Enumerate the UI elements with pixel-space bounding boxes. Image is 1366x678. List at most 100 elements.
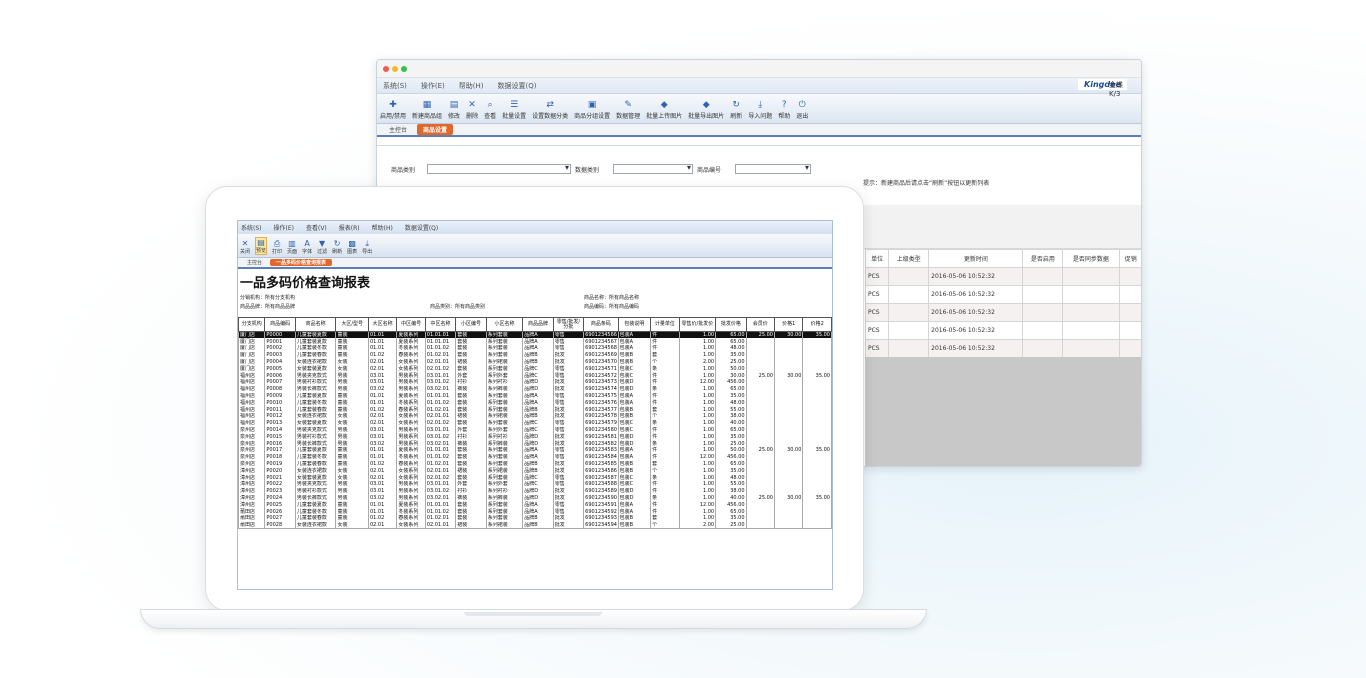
menu-item-1[interactable]: 操作(E) bbox=[274, 223, 294, 232]
grid-row[interactable]: PCS 2016-05-06 10:52:32 bbox=[864, 267, 1141, 286]
report-column-header[interactable]: 商品条码 bbox=[583, 317, 619, 332]
report-row[interactable]: 泉州店 P0015 男装衬衫款式 男装 03.01 男装系列 03.01.02 衬衫 系列衬衫品… bbox=[238, 433, 832, 441]
toolbar-button-7[interactable]: ▣ 商品分组设置 bbox=[574, 100, 610, 120]
report-column-header[interactable]: 小区编号 bbox=[455, 317, 487, 332]
report-row[interactable]: 漳州店 P0022 男装夹克款式 男装 03.01 男装系列 03.01.01 外套 系列外套品… bbox=[238, 481, 832, 488]
toolbar-button-10[interactable]: ◆ 批量导出图片 bbox=[688, 100, 724, 120]
report-toolbar-button-6[interactable]: ↻ 刷新 bbox=[332, 239, 342, 255]
report-row[interactable]: 福州店 P0009 儿童套装夏款 童装 01.01 夏装系列 01.01.01 套装 系列套装品… bbox=[238, 392, 832, 400]
report-row[interactable]: 福州店 P0013 女装套装夏款 女装 02.01 女装系列 02.01.02 套装 系列套装品… bbox=[238, 419, 832, 427]
report-row[interactable]: 莆田店 P0028 女装连衣裙款 女装 02.01 女装系列 02.01.01 裙装 系列裙装品… bbox=[238, 521, 832, 530]
toolbar-button-12[interactable]: ⤓ 导入问题 bbox=[748, 100, 772, 120]
menu-item-4[interactable]: 帮助(H) bbox=[372, 223, 393, 232]
report-row[interactable]: 福州店 P0010 儿童套装冬款 童装 01.01 冬装系列 01.01.02 套装 系列套装品… bbox=[238, 399, 832, 407]
report-column-header[interactable]: 中区编号 bbox=[396, 317, 426, 332]
report-row[interactable]: 漳州店 P0020 女装连衣裙款 女装 02.01 女装系列 02.01.01 裙装 系列裙装品… bbox=[238, 467, 832, 475]
filter-select-2[interactable] bbox=[613, 163, 693, 174]
report-column-header[interactable]: 计量单位 bbox=[650, 317, 680, 332]
grid-row[interactable]: PCS 2016-05-06 10:52:32 bbox=[864, 285, 1141, 304]
report-column-header[interactable]: 商品名称 bbox=[294, 317, 337, 332]
report-row[interactable]: 泉州店 P0014 男装夹克款式 男装 03.01 男装系列 03.01.01 外套 系列外套品… bbox=[238, 426, 832, 434]
menu-item-1[interactable]: 操作(E) bbox=[421, 81, 445, 91]
report-row[interactable]: 漳州店 P0023 男装衬衫款式 男装 03.01 男装系列 03.01.02 衬衫 系列衬衫品… bbox=[238, 487, 832, 495]
report-column-header[interactable]: 大区/型号 bbox=[335, 317, 369, 332]
report-row[interactable]: 莆田店 P0027 儿童套装春款 童装 01.02 春装系列 01.02.01 套装 系列套装品… bbox=[238, 515, 832, 522]
report-column-header[interactable]: 价格1 bbox=[773, 317, 804, 332]
report-row[interactable]: 漳州店 P0021 女装套装夏款 女装 02.01 女装系列 02.01.02 套装 系列套装品… bbox=[238, 474, 832, 482]
grid-header-cell[interactable]: 更新时间 bbox=[928, 249, 1024, 268]
grid-header-cell[interactable]: 单位 bbox=[864, 249, 890, 268]
report-row[interactable]: 福州店 P0011 儿童套装春款 童装 01.02 春装系列 01.02.01 套装 系列套装品… bbox=[238, 406, 832, 414]
toolbar-button-3[interactable]: ✕ 删除 bbox=[466, 100, 478, 120]
report-column-header[interactable]: 分支机构 bbox=[238, 317, 266, 332]
report-row[interactable]: 泉州店 P0017 儿童套装夏款 童装 01.01 夏装系列 01.01.01 套装 系列套装品… bbox=[238, 447, 832, 454]
menu-item-0[interactable]: 系统(S) bbox=[241, 223, 262, 232]
report-row[interactable]: 福州店 P0008 男装长裤款式 男装 03.02 男装系列 03.02.01 裤装 系列裤装品… bbox=[238, 385, 832, 393]
close-dot-icon[interactable] bbox=[383, 66, 389, 72]
report-column-header[interactable]: 零售价/批发价 bbox=[678, 317, 717, 332]
report-toolbar-button-3[interactable]: ▥ 页面 bbox=[287, 239, 297, 255]
minimize-dot-icon[interactable] bbox=[392, 66, 398, 72]
toolbar-button-2[interactable]: ▤ 修改 bbox=[448, 100, 460, 120]
report-toolbar-button-8[interactable]: ⤓ 导出 bbox=[362, 239, 372, 255]
report-row[interactable]: 莆田店 P0026 儿童套装冬款 童装 01.01 冬装系列 01.01.02 套装 系列套装品… bbox=[238, 508, 832, 516]
toolbar-button-11[interactable]: ↻ 刷新 bbox=[730, 100, 742, 120]
grid-header-cell[interactable]: 上级类型 bbox=[888, 249, 930, 268]
grid-header-cell[interactable]: 是否同步数据 bbox=[1062, 249, 1120, 268]
toolbar-button-5[interactable]: ☰ 批量设置 bbox=[502, 100, 526, 120]
report-column-header[interactable]: 批发价格 bbox=[715, 317, 747, 332]
report-row[interactable]: 漳州店 P0025 儿童套装夏款 童装 01.01 夏装系列 01.01.01 套装 系列套装品… bbox=[238, 501, 832, 509]
report-row[interactable]: 厦门店 P0002 儿童套装冬款 童装 01.01 冬装系列 01.01.02 套装 系列套装品… bbox=[238, 345, 832, 352]
report-toolbar-button-7[interactable]: ▩ 图表 bbox=[347, 239, 357, 255]
report-column-header[interactable]: 会员价 bbox=[745, 317, 775, 332]
report-column-header[interactable]: 商品编码 bbox=[264, 317, 296, 332]
menu-item-5[interactable]: 数据设置(Q) bbox=[405, 223, 438, 232]
report-column-header[interactable]: 价格2 bbox=[802, 317, 832, 332]
toolbar-button-6[interactable]: ⇄ 设置数据分类 bbox=[532, 100, 568, 120]
report-toolbar-button-2[interactable]: ⎙ 打印 bbox=[272, 239, 282, 255]
report-row[interactable]: 漳州店 P0024 男装长裤款式 男装 03.02 男装系列 03.02.01 裤装 系列裤装品… bbox=[238, 494, 832, 502]
report-row[interactable]: 福州店 P0012 女装连衣裙款 女装 02.01 女装系列 02.01.01 裙装 系列裙装品… bbox=[238, 413, 832, 420]
report-column-header[interactable]: 中区名称 bbox=[424, 317, 457, 332]
filter-select-3[interactable] bbox=[735, 163, 811, 174]
report-row[interactable]: 泉州店 P0016 男装长裤款式 男装 03.02 男装系列 03.02.01 裤装 系列裤装品… bbox=[238, 440, 832, 448]
toolbar-button-14[interactable]: ⏻ 退出 bbox=[796, 100, 808, 120]
report-toolbar-button-4[interactable]: A 字体 bbox=[302, 239, 312, 255]
report-row[interactable]: 福州店 P0007 男装衬衫款式 男装 03.01 男装系列 03.01.02 衬衫 系列衬衫品… bbox=[238, 379, 832, 386]
report-row[interactable]: 厦门店 P0004 女装连衣裙款 女装 02.01 女装系列 02.01.01 裙装 系列裙装品… bbox=[238, 358, 832, 366]
tab-home[interactable]: 主控台 bbox=[389, 125, 407, 134]
menu-item-2[interactable]: 帮助(H) bbox=[459, 81, 484, 91]
toolbar-button-8[interactable]: ✎ 数据管理 bbox=[616, 100, 640, 120]
grid-row[interactable]: PCS 2016-05-06 10:52:32 bbox=[864, 321, 1141, 340]
report-toolbar-button-5[interactable]: ▼ 过滤 bbox=[317, 239, 327, 255]
toolbar-button-1[interactable]: ▦ 新建商品组 bbox=[412, 100, 442, 120]
report-toolbar-button-0[interactable]: ✕ 关闭 bbox=[240, 239, 250, 255]
grid-row[interactable]: PCS 2016-05-06 10:52:32 bbox=[864, 339, 1141, 358]
report-toolbar-button-1[interactable]: ▤ 预览 bbox=[255, 237, 268, 255]
toolbar-button-4[interactable]: ⌕ 查看 bbox=[484, 100, 496, 120]
maximize-dot-icon[interactable] bbox=[401, 66, 407, 72]
report-column-header[interactable]: 零售/批发/分批 bbox=[552, 317, 585, 332]
report-row[interactable]: 泉州店 P0019 儿童套装春款 童装 01.02 春装系列 01.02.01 套装 系列套装品… bbox=[238, 460, 832, 468]
filter-select-1[interactable] bbox=[427, 163, 571, 174]
tab-home[interactable]: 主控台 bbox=[247, 259, 262, 266]
grid-header-cell[interactable]: 促销 bbox=[1118, 249, 1141, 268]
tab-active[interactable]: 一品多码价格查询报表 bbox=[270, 259, 333, 266]
toolbar-button-13[interactable]: ? 帮助 bbox=[778, 100, 790, 120]
menu-item-3[interactable]: 报表(R) bbox=[339, 223, 360, 232]
report-column-header[interactable]: 商品品牌 bbox=[522, 317, 554, 332]
tab-active[interactable]: 商品设置 bbox=[417, 124, 454, 135]
toolbar-button-0[interactable]: ✚ 启用/禁用 bbox=[380, 100, 406, 120]
menu-item-0[interactable]: 系统(S) bbox=[383, 81, 407, 91]
menu-item-2[interactable]: 查看(V) bbox=[306, 223, 327, 232]
report-row[interactable]: 厦门店 P0005 女装套装夏款 女装 02.01 女装系列 02.01.02 套装 系列套装品… bbox=[238, 365, 832, 373]
report-row-selected[interactable]: 厦门店 P0000 儿童套装夏款 童装 01.01 夏装系列 01.01.01 套装 系列套装品… bbox=[238, 331, 832, 339]
grid-header-cell[interactable]: 是否启用 bbox=[1022, 249, 1064, 268]
report-column-header[interactable]: 大区名称 bbox=[367, 317, 398, 332]
report-row[interactable]: 厦门店 P0001 儿童套装夏款 童装 01.01 夏装系列 01.01.01 套装 系列套装品… bbox=[238, 338, 832, 346]
report-row[interactable]: 福州店 P0006 男装夹克款式 男装 03.01 男装系列 03.01.01 外套 系列外套品… bbox=[238, 372, 832, 380]
toolbar-button-9[interactable]: ◆ 批量上传图片 bbox=[646, 100, 682, 120]
report-row[interactable]: 泉州店 P0018 儿童套装冬款 童装 01.01 冬装系列 01.01.02 套装 系列套装品… bbox=[238, 453, 832, 461]
menu-item-3[interactable]: 数据设置(Q) bbox=[498, 81, 537, 91]
grid-row[interactable]: PCS 2016-05-06 10:52:32 bbox=[864, 303, 1141, 322]
